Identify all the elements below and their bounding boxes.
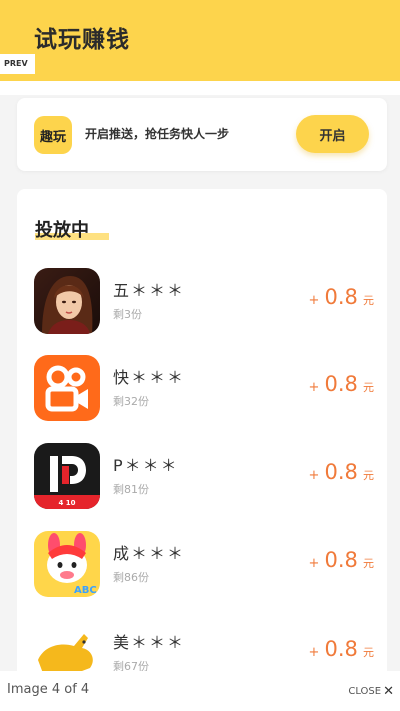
app-remaining: 剩3份 [113,308,142,321]
list-item[interactable]: 快＊＊＊ 剩32份 + 0.8 元 [34,355,374,421]
game-character-icon [34,268,100,334]
close-button[interactable]: CLOSE ✕ [348,684,394,699]
svg-text:4 10: 4 10 [58,499,75,507]
app-remaining: 剩86份 [113,571,149,584]
push-text: 开启推送，抢任务快人一步 [85,127,230,141]
page-title: 试玩赚钱 [34,27,130,53]
push-notification-card: 趣玩 开启推送，抢任务快人一步 开启 [17,98,387,171]
enable-push-button[interactable]: 开启 [296,115,369,153]
divider [0,81,400,95]
app-name: 快＊＊＊ [113,368,186,387]
app-remaining: 剩32份 [113,395,149,408]
app-name: 五＊＊＊ [113,281,186,300]
app-name: 美＊＊＊ [113,633,186,652]
list-item[interactable]: 五＊＊＊ 剩3份 + 0.8 元 [34,268,374,334]
reward-amount: + 0.8 元 [308,637,375,661]
prev-button[interactable]: PREV [0,54,35,74]
list-item[interactable]: ABC 成＊＊＊ 剩86份 + 0.8 元 [34,531,374,597]
close-label: CLOSE [348,686,382,697]
image-counter: Image 4 of 4 [7,682,90,697]
header-bar: 试玩赚钱 [0,0,400,81]
svg-text:ABC: ABC [74,585,97,596]
app-list-card: 投放中 五＊＊＊ 剩3份 + 0.8 元 快＊＊＊ 剩32份 + 0.8 元 4… [17,189,387,711]
section-title: 投放中 [35,220,89,241]
reward-amount: + 0.8 元 [308,548,375,572]
app-remaining: 剩81份 [113,483,149,496]
reward-amount: + 0.8 元 [308,285,375,309]
list-item[interactable]: 4 10 P＊＊＊ 剩81份 + 0.8 元 [34,443,374,509]
reward-amount: + 0.8 元 [308,460,375,484]
kuaishou-icon [34,355,100,421]
p-logo-icon: 4 10 [34,443,100,509]
lightbox-footer: Image 4 of 4 CLOSE ✕ [0,671,400,711]
app-name: P＊＊＊ [113,456,179,475]
bunny-abc-icon: ABC [34,531,100,597]
reward-amount: + 0.8 元 [308,372,375,396]
close-icon: ✕ [383,684,394,699]
app-name: 成＊＊＊ [113,544,186,563]
quwan-logo-icon: 趣玩 [34,116,72,154]
